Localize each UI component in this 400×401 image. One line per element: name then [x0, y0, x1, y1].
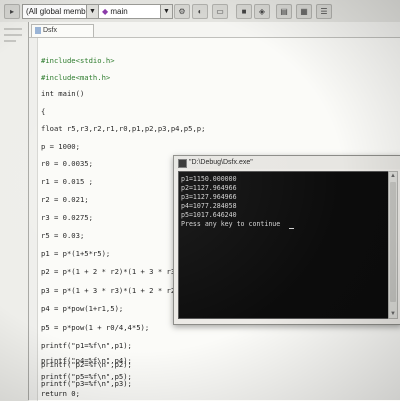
code-line: r0 = 0.0035;: [41, 159, 93, 168]
workspace-pane: [0, 22, 29, 400]
tree-item[interactable]: [4, 40, 16, 42]
code-line: printf("p1=%f\n",p1);: [41, 341, 132, 350]
console-output-line: p2=1127.964966: [181, 184, 237, 192]
toolbar-button[interactable]: ▦: [296, 4, 312, 19]
scroll-thumb[interactable]: [390, 182, 396, 302]
function-combo-value: main: [110, 7, 128, 16]
toolbar: ▸ (All global members ▼ ◆ main ▼ ⚙ ◐ ▭ ■…: [0, 0, 400, 23]
code-line: r5 = 0.03;: [41, 231, 85, 240]
toolbar-button[interactable]: ▤: [276, 4, 292, 19]
tree-item[interactable]: [4, 28, 22, 30]
code-line: r1 = 0.015 ;: [41, 177, 93, 186]
console-title: "D:\Debug\Dsfx.exe": [189, 159, 253, 166]
file-tab[interactable]: Dsfx: [31, 24, 94, 37]
toolbar-button[interactable]: ▸: [4, 4, 20, 19]
scope-combo[interactable]: (All global members ▼: [22, 4, 99, 19]
code-line: p5 = p*pow(1 + r0/4,4*5);: [41, 323, 150, 332]
code-line: r3 = 0.0275;: [41, 213, 93, 222]
toolbar-button[interactable]: ☰: [316, 4, 332, 19]
tree-item[interactable]: [4, 34, 22, 36]
scroll-up-arrow-icon[interactable]: ▲: [389, 172, 397, 180]
toolbar-button[interactable]: ⚙: [174, 4, 190, 19]
code-line: {: [41, 107, 46, 116]
code-line: #include<stdio.h>: [41, 56, 115, 65]
file-icon: [35, 26, 41, 34]
text-cursor: [289, 228, 294, 229]
editor-gutter: [29, 38, 38, 401]
code-line: printf("p4=%f\n",p4);: [41, 356, 132, 365]
console-output-line: p5=1017.646240: [181, 211, 237, 219]
code-line: p = 1000;: [41, 142, 80, 151]
code-line: #include<math.h>: [41, 73, 111, 82]
file-tab-label: Dsfx: [43, 27, 57, 34]
console-output-line: p1=1150.000000: [181, 175, 237, 183]
code-line: return 0;: [41, 389, 80, 398]
console-title-bar[interactable]: "D:\Debug\Dsfx.exe": [174, 156, 400, 169]
toolbar-button[interactable]: ◈: [254, 4, 270, 19]
code-line: p3 = p*(1 + 3 * r3)*(1 + 2 * r2);: [41, 286, 184, 295]
function-icon: ◆: [102, 7, 109, 16]
console-icon: [178, 159, 187, 168]
code-line: p4 = p*pow(1+r1,5);: [41, 304, 124, 313]
code-line: int main(): [41, 89, 85, 98]
code-line: r2 = 0.021;: [41, 195, 89, 204]
toolbar-button[interactable]: ◐: [192, 4, 208, 19]
toolbar-button[interactable]: ▭: [212, 4, 228, 19]
chevron-down-icon[interactable]: ▼: [86, 5, 98, 18]
console-scrollbar[interactable]: ▲ ▼: [388, 171, 398, 319]
console-window[interactable]: "D:\Debug\Dsfx.exe" p1=1150.000000 p2=11…: [173, 155, 400, 325]
console-output-line: p4=1077.284058: [181, 202, 237, 210]
console-output-line: Press any key to continue: [181, 220, 281, 228]
code-line: p2 = p*(1 + 2 * r2)*(1 + 3 * r3);: [41, 267, 184, 276]
console-output-line: p3=1127.964966: [181, 193, 237, 201]
scroll-down-arrow-icon[interactable]: ▼: [389, 310, 397, 318]
function-combo[interactable]: ◆ main ▼: [98, 4, 173, 19]
chevron-down-icon[interactable]: ▼: [160, 5, 172, 18]
code-line: float r5,r3,r2,r1,r0,p1,p2,p3,p4,p5,p;: [41, 124, 206, 133]
toolbar-button[interactable]: ■: [236, 4, 252, 19]
code-line: p1 = p*(1+5*r5);: [41, 249, 111, 258]
code-line: printf("p5=%f\n",p5);: [41, 372, 132, 381]
console-output-area[interactable]: p1=1150.000000 p2=1127.964966 p3=1127.96…: [178, 171, 389, 319]
